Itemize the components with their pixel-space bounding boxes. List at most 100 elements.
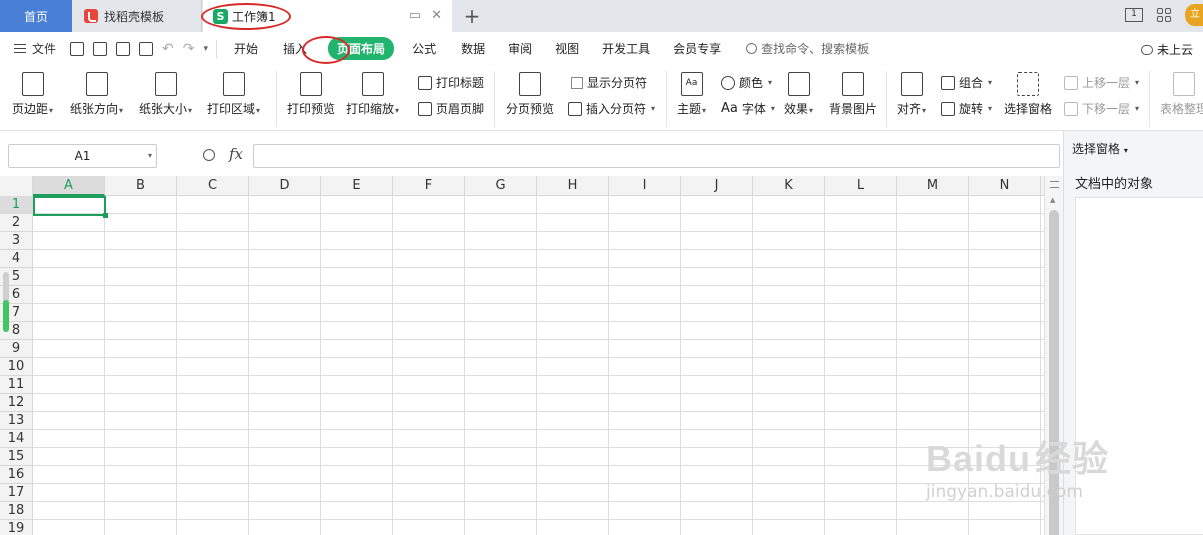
- column-header-n[interactable]: N: [969, 176, 1041, 196]
- tab-find-template[interactable]: 找稻壳模板: [72, 0, 202, 32]
- align-button[interactable]: 对齐▾: [897, 72, 926, 118]
- column-header-k[interactable]: K: [753, 176, 825, 196]
- column-header-j[interactable]: J: [681, 176, 753, 196]
- column-header-c[interactable]: C: [177, 176, 249, 196]
- pane-title[interactable]: 选择窗格 ▾: [1072, 140, 1128, 157]
- page-break-preview-button[interactable]: 分页预览: [506, 72, 554, 116]
- column-header-h[interactable]: H: [537, 176, 609, 196]
- tab-review[interactable]: 审阅: [508, 40, 532, 57]
- tab-data[interactable]: 数据: [461, 40, 485, 57]
- cloud-status[interactable]: 未上云: [1140, 41, 1193, 58]
- row-header-15[interactable]: 15: [0, 448, 33, 466]
- tab-member[interactable]: 会员专享: [673, 40, 721, 57]
- paper-size-button[interactable]: 纸张大小▾: [139, 72, 192, 118]
- tab-start[interactable]: 开始: [234, 40, 258, 57]
- side-drag-handle[interactable]: [3, 272, 9, 332]
- row-header-4[interactable]: 4: [0, 250, 33, 268]
- header-footer-label: 页眉页脚: [436, 102, 485, 116]
- column-header-b[interactable]: B: [105, 176, 177, 196]
- send-backward-button[interactable]: 下移一层 ▾: [1064, 100, 1139, 117]
- row-header-13[interactable]: 13: [0, 412, 33, 430]
- column-header-e[interactable]: E: [321, 176, 393, 196]
- export-pdf-icon[interactable]: [93, 41, 108, 56]
- table-tidy-button[interactable]: 表格整理: [1160, 72, 1203, 116]
- float-window-icon[interactable]: ▭: [409, 8, 421, 23]
- orientation-button[interactable]: 纸张方向▾: [70, 72, 123, 118]
- print-icon[interactable]: [116, 41, 131, 56]
- column-header-a[interactable]: A: [33, 176, 105, 196]
- name-box-value: A1: [74, 149, 91, 163]
- selection-pane-button[interactable]: 选择窗格: [1004, 72, 1052, 116]
- formula-input[interactable]: [253, 144, 1060, 168]
- column-header-i[interactable]: I: [609, 176, 681, 196]
- group-label: 组合: [959, 76, 984, 90]
- print-scale-button[interactable]: 打印缩放▾: [346, 72, 399, 118]
- bring-forward-button[interactable]: 上移一层 ▾: [1064, 74, 1139, 91]
- row-header-14[interactable]: 14: [0, 430, 33, 448]
- row-header-19[interactable]: 19: [0, 520, 33, 535]
- tab-formula[interactable]: 公式: [412, 40, 436, 57]
- print-preview-icon[interactable]: [139, 41, 154, 56]
- row-header-9[interactable]: 9: [0, 340, 33, 358]
- cloud-icon: [1140, 44, 1153, 55]
- customize-chevron-icon[interactable]: ▾: [203, 44, 208, 54]
- zoom-icon[interactable]: [203, 149, 215, 161]
- colors-button[interactable]: 颜色 ▾: [721, 74, 772, 91]
- avatar[interactable]: 立: [1185, 4, 1203, 26]
- row-header-18[interactable]: 18: [0, 502, 33, 520]
- row-header-11[interactable]: 11: [0, 376, 33, 394]
- name-box[interactable]: A1 ▾: [8, 144, 157, 168]
- column-header-g[interactable]: G: [465, 176, 537, 196]
- row-header-16[interactable]: 16: [0, 466, 33, 484]
- cell-area[interactable]: [33, 196, 1044, 535]
- tab-developer[interactable]: 开发工具: [602, 40, 650, 57]
- function-icon[interactable]: fx: [229, 145, 243, 163]
- active-cell[interactable]: [33, 196, 108, 218]
- objects-list[interactable]: [1075, 197, 1203, 535]
- row-header-2[interactable]: 2: [0, 214, 33, 232]
- effects-button[interactable]: 效果▾: [784, 72, 813, 118]
- window-layout-icon[interactable]: 1: [1125, 8, 1143, 22]
- close-tab-icon[interactable]: ✕: [431, 8, 442, 23]
- print-preview-button[interactable]: 打印预览: [287, 72, 335, 116]
- undo-icon[interactable]: ↶: [162, 41, 174, 57]
- column-header-d[interactable]: D: [249, 176, 321, 196]
- show-page-breaks-checkbox[interactable]: 显示分页符: [571, 74, 647, 91]
- margins-button[interactable]: 页边距▾: [12, 72, 53, 118]
- background-image-button[interactable]: 背景图片: [829, 72, 877, 116]
- apps-grid-icon[interactable]: [1157, 8, 1171, 22]
- orientation-label: 纸张方向: [70, 102, 119, 116]
- chevron-down-icon[interactable]: ▾: [148, 145, 152, 167]
- print-area-button[interactable]: 打印区域▾: [207, 72, 260, 118]
- insert-page-break-button[interactable]: 插入分页符 ▾: [568, 100, 655, 117]
- new-tab-button[interactable]: +: [458, 0, 486, 32]
- window-controls: 1 立: [1125, 4, 1203, 26]
- rotate-button[interactable]: 旋转 ▾: [941, 100, 992, 117]
- theme-button[interactable]: Aa 主题▾: [677, 72, 706, 118]
- command-search[interactable]: 查找命令、搜索模板: [746, 40, 869, 57]
- background-image-icon: [842, 72, 864, 96]
- scroll-up-icon[interactable]: ▲: [1050, 196, 1055, 204]
- print-titles-button[interactable]: 打印标题: [418, 74, 484, 91]
- scroll-menu-icon[interactable]: [1050, 181, 1059, 188]
- fonts-button[interactable]: Aa 字体 ▾: [721, 100, 775, 117]
- header-footer-button[interactable]: 页眉页脚: [418, 100, 484, 117]
- row-header-3[interactable]: 3: [0, 232, 33, 250]
- row-header-12[interactable]: 12: [0, 394, 33, 412]
- print-preview-label: 打印预览: [287, 102, 336, 116]
- column-header-f[interactable]: F: [393, 176, 465, 196]
- row-header-17[interactable]: 17: [0, 484, 33, 502]
- tab-view[interactable]: 视图: [555, 40, 579, 57]
- column-header-m[interactable]: M: [897, 176, 969, 196]
- column-header-l[interactable]: L: [825, 176, 897, 196]
- file-menu[interactable]: 文件: [14, 40, 56, 57]
- redo-icon[interactable]: ↷: [183, 41, 195, 57]
- print-titles-icon: [418, 75, 432, 90]
- group-button[interactable]: 组合 ▾: [941, 74, 992, 91]
- save-icon[interactable]: [70, 41, 85, 56]
- page-break-preview-icon: [519, 72, 541, 96]
- row-header-10[interactable]: 10: [0, 358, 33, 376]
- select-all-corner[interactable]: [0, 176, 33, 196]
- tab-home[interactable]: 首页: [0, 0, 72, 32]
- row-header-1[interactable]: 1: [0, 196, 33, 214]
